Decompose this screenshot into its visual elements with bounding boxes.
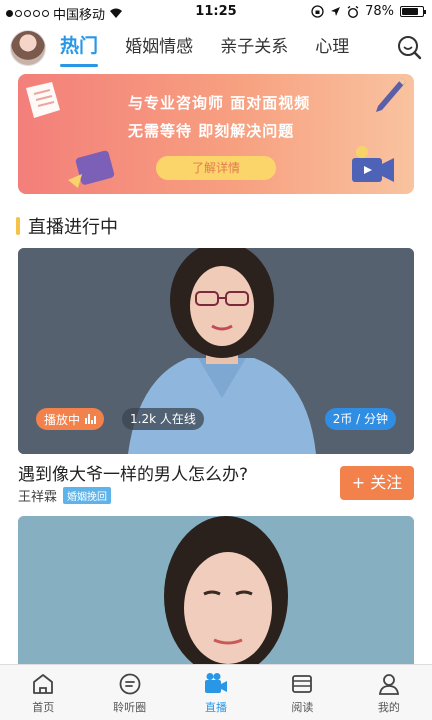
paper-note-icon	[26, 82, 60, 118]
top-nav: 热门 婚姻情感 亲子关系 心理	[0, 28, 432, 72]
profile-icon	[378, 674, 399, 695]
status-bar: 中国移动 11:25 78%	[0, 0, 432, 24]
section-title: 直播进行中	[28, 217, 118, 238]
host-photo	[18, 516, 414, 666]
nav-profile-label: 我的	[377, 701, 400, 714]
tab-parenting[interactable]: 亲子关系	[220, 29, 288, 65]
tab-psychology[interactable]: 心理	[315, 29, 349, 65]
playing-status-label: 播放中	[44, 412, 81, 427]
nav-read[interactable]: 阅读	[259, 665, 345, 720]
price-badge: 2币 / 分钟	[324, 408, 396, 430]
bottom-tab-bar: 首页 聆听圈 直播 阅读 我的	[0, 664, 432, 720]
nav-home-label: 首页	[32, 701, 55, 714]
live-title[interactable]: 遇到像大爷一样的男人怎么办?	[18, 460, 248, 485]
tab-hot[interactable]: 热门	[60, 28, 99, 67]
nav-listen[interactable]: 聆听圈	[86, 665, 172, 720]
book-icon	[292, 675, 313, 693]
nav-profile[interactable]: 我的	[346, 665, 432, 720]
lock-rotation-icon	[311, 5, 324, 18]
chat-icon	[119, 673, 141, 695]
viewer-count-badge: 1.2k 人在线	[122, 408, 204, 430]
host-name[interactable]: 王祥霖	[18, 486, 57, 505]
pencil-icon	[376, 78, 406, 112]
video-camera-icon	[352, 146, 394, 182]
promo-banner[interactable]: 与专业咨询师 面对面视频 无需等待 即刻解决问题 了解详情	[18, 74, 414, 194]
equalizer-icon	[85, 414, 97, 424]
banner-headline-1: 与专业咨询师 面对面视频	[128, 94, 311, 112]
home-icon	[33, 674, 54, 694]
location-icon	[331, 7, 341, 16]
nav-home[interactable]: 首页	[0, 665, 86, 720]
nav-listen-label: 聆听圈	[113, 701, 147, 714]
search-icon[interactable]	[396, 34, 422, 60]
section-header: 直播进行中	[16, 214, 118, 238]
alarm-icon	[347, 5, 359, 18]
avatar[interactable]	[10, 30, 46, 66]
category-tabs: 热门 婚姻情感 亲子关系 心理	[60, 28, 392, 72]
host-category-tag: 婚姻挽回	[63, 487, 112, 504]
tab-marriage[interactable]: 婚姻情感	[125, 29, 193, 65]
live-stream-card[interactable]: 播放中 1.2k 人在线 2币 / 分钟	[18, 248, 414, 454]
learn-more-button[interactable]: 了解详情	[156, 156, 276, 180]
nav-live[interactable]: 直播	[173, 665, 259, 720]
nav-read-label: 阅读	[291, 701, 314, 714]
nav-live-label: 直播	[205, 701, 228, 714]
status-right: 78%	[311, 4, 426, 19]
battery-icon	[400, 6, 426, 17]
section-accent-bar	[16, 217, 20, 235]
battery-percent: 78%	[365, 4, 394, 19]
follow-button[interactable]: + 关注	[340, 466, 414, 500]
chat-bubble-icon	[68, 150, 115, 188]
banner-headline-2: 无需等待 即刻解决问题	[128, 122, 295, 140]
host-info: 王祥霖 婚姻挽回	[18, 486, 112, 505]
live-stream-card[interactable]	[18, 516, 414, 666]
playing-badge: 播放中	[36, 408, 105, 430]
camera-icon	[205, 673, 228, 693]
